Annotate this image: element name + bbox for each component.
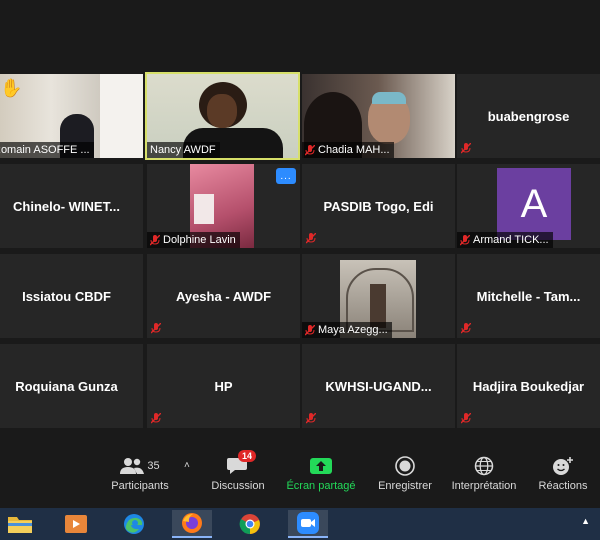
- participant-name: Ayesha - AWDF: [175, 288, 272, 304]
- chevron-up-icon[interactable]: ˄: [184, 460, 190, 471]
- participant-name: Hadjira Boukedjar: [472, 378, 585, 394]
- muted-mic-icon: [461, 323, 471, 334]
- zoom-app-icon: [297, 512, 319, 534]
- participant-name-label: Maya Azegg...: [302, 322, 392, 338]
- muted-mic-icon: [461, 143, 471, 154]
- muted-mic-icon: [305, 144, 315, 155]
- participant-tile[interactable]: Maya Azegg...: [302, 254, 455, 338]
- participant-name: Nancy AWDF: [150, 144, 216, 156]
- video-player-icon: [65, 515, 87, 533]
- record-button[interactable]: Enregistrer: [374, 452, 436, 492]
- edge-browser-icon: [124, 514, 144, 534]
- video-grid: ✋ Romain ASOFFE ... Nancy AWDF Chadia MA…: [0, 0, 600, 430]
- participants-count: 35: [147, 460, 160, 472]
- participant-tile[interactable]: Mitchelle - Tam...: [457, 254, 600, 338]
- record-label: Enregistrer: [378, 480, 432, 492]
- show-hidden-icons-icon[interactable]: ▲: [581, 516, 590, 526]
- participant-tile[interactable]: HP: [147, 344, 300, 428]
- participant-name-label: Nancy AWDF: [147, 142, 220, 158]
- lamp-decoration-icon: [372, 76, 390, 84]
- participant-name: Romain ASOFFE ...: [0, 144, 90, 156]
- windows-taskbar: ▲: [0, 508, 600, 540]
- muted-mic-icon: [151, 323, 161, 334]
- firefox-browser-icon: [182, 513, 202, 533]
- chat-label: Discussion: [211, 480, 265, 492]
- participant-tile[interactable]: A Armand TICK...: [457, 164, 600, 248]
- participant-tile[interactable]: Issiatou CBDF: [0, 254, 143, 338]
- muted-mic-icon: [461, 413, 471, 424]
- participant-tile[interactable]: Chadia MAH...: [302, 74, 455, 158]
- participant-name: buabengrose: [487, 108, 570, 124]
- participant-tile[interactable]: ✋ Romain ASOFFE ...: [0, 74, 143, 158]
- interpretation-button[interactable]: Interprétation: [448, 452, 520, 492]
- share-screen-icon: [310, 458, 332, 474]
- participant-name: Maya Azegg...: [318, 324, 388, 336]
- chrome-taskbar-button[interactable]: [230, 510, 270, 538]
- muted-mic-icon: [151, 413, 161, 424]
- muted-mic-icon: [306, 413, 316, 424]
- participant-tile-active-speaker[interactable]: Nancy AWDF: [145, 72, 300, 160]
- interpretation-label: Interprétation: [451, 480, 517, 492]
- meeting-toolbar: 35 Participants ˄ 14 Discussion Écran pa…: [0, 430, 600, 508]
- participant-name: Roquiana Gunza: [15, 378, 118, 394]
- participant-name: KWHSI-UGAND...: [325, 378, 432, 394]
- muted-mic-icon: [305, 324, 315, 335]
- participant-tile[interactable]: Roquiana Gunza: [0, 344, 143, 428]
- zoom-taskbar-button[interactable]: [288, 510, 328, 538]
- file-explorer-taskbar-button[interactable]: [0, 510, 40, 538]
- participant-name: HP: [214, 378, 233, 394]
- muted-mic-icon: [460, 234, 470, 245]
- participant-name-label: Armand TICK...: [457, 232, 553, 248]
- reactions-label: Réactions: [538, 480, 588, 492]
- participant-tile[interactable]: Ayesha - AWDF: [147, 254, 300, 338]
- participant-name: Dolphine Lavin: [163, 234, 236, 246]
- firefox-taskbar-button[interactable]: [172, 510, 212, 538]
- participant-tile[interactable]: ... Dolphine Lavin: [147, 164, 300, 248]
- participant-name-label: Romain ASOFFE ...: [0, 142, 94, 158]
- participant-name-label: Dolphine Lavin: [147, 232, 240, 248]
- muted-mic-icon: [150, 234, 160, 245]
- participant-tile[interactable]: PASDIB Togo, Edi: [302, 164, 455, 248]
- participant-tile[interactable]: KWHSI-UGAND...: [302, 344, 455, 428]
- participant-avatar: A: [497, 168, 571, 240]
- participant-name: Issiatou CBDF: [22, 288, 111, 304]
- participant-tile[interactable]: buabengrose: [457, 74, 600, 158]
- muted-mic-icon: [306, 233, 316, 244]
- participants-button[interactable]: 35 Participants: [108, 452, 172, 492]
- participants-label: Participants: [111, 480, 169, 492]
- globe-icon: [474, 456, 494, 476]
- edge-taskbar-button[interactable]: [114, 510, 154, 538]
- share-screen-button[interactable]: Écran partagé: [284, 452, 358, 492]
- more-options-button[interactable]: ...: [276, 168, 296, 184]
- record-icon: [395, 456, 415, 476]
- chat-unread-badge: 14: [238, 450, 257, 462]
- chrome-browser-icon: [239, 514, 260, 535]
- participant-tile[interactable]: Hadjira Boukedjar: [457, 344, 600, 428]
- raised-hand-icon: ✋: [0, 78, 23, 98]
- participant-name: PASDIB Togo, Edi: [323, 198, 434, 214]
- participant-name: Chinelo- WINET...: [13, 198, 120, 214]
- media-player-taskbar-button[interactable]: [56, 510, 96, 538]
- participant-name: Mitchelle - Tam...: [476, 288, 581, 304]
- participant-tile[interactable]: Chinelo- WINET...: [0, 164, 143, 248]
- share-screen-label: Écran partagé: [286, 480, 356, 492]
- participant-name: Armand TICK...: [473, 234, 549, 246]
- participant-name-label: Chadia MAH...: [302, 142, 394, 158]
- participant-name: Chadia MAH...: [318, 144, 390, 156]
- participants-icon: [120, 458, 145, 474]
- chat-button[interactable]: 14 Discussion: [208, 450, 268, 492]
- emoji-add-icon: [553, 457, 573, 475]
- reactions-button[interactable]: Réactions: [534, 452, 592, 492]
- folder-icon: [8, 517, 32, 533]
